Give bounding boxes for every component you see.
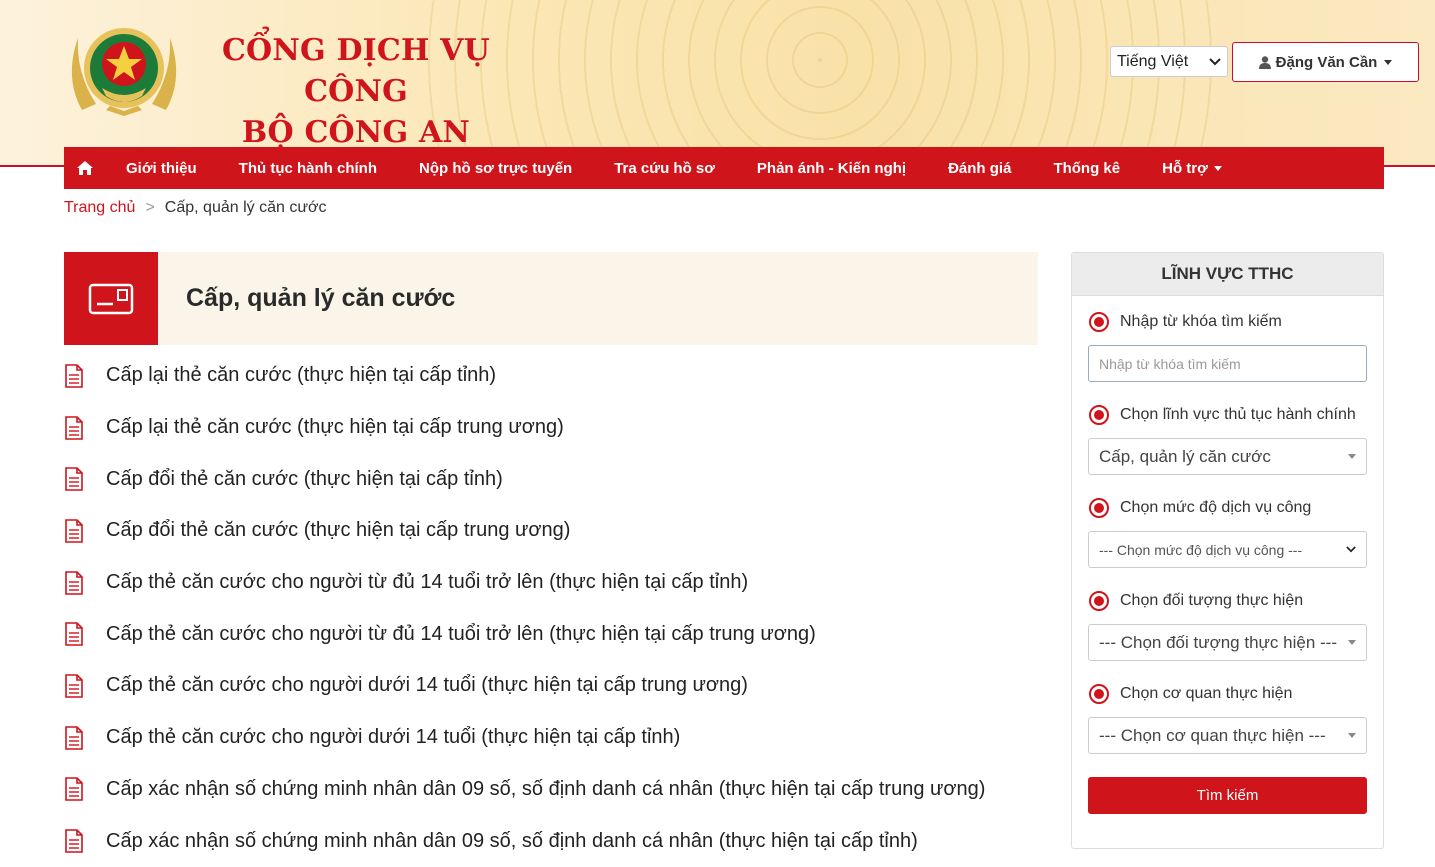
procedure-title: Cấp đổi thẻ căn cước (thực hiện tại cấp … [106,467,503,490]
site-title-line1: CỔNG DỊCH VỤ CÔNG [221,33,491,109]
language-value: Tiếng Việt [1117,52,1189,70]
nav-thong-ke[interactable]: Thống kê [1032,147,1141,189]
subject-option[interactable]: Chọn đối tượng thực hiện [1089,591,1303,611]
document-icon [65,622,83,647]
procedure-item[interactable]: Cấp đổi thẻ căn cước (thực hiện tại cấp … [64,453,1044,505]
procedure-list: Cấp lại thẻ căn cước (thực hiện tại cấp … [64,350,1044,867]
document-icon [65,519,83,543]
document-icon [65,467,83,492]
document-icon [65,777,83,802]
procedure-title: Cấp thẻ căn cước cho người dưới 14 tuổi … [106,674,748,697]
procedure-item[interactable]: Cấp thẻ căn cước cho người từ đủ 14 tuổi… [64,557,1044,609]
caret-down-icon [1348,454,1356,459]
nav-ho-tro-label: Hỗ trợ [1162,159,1208,177]
keyword-placeholder: Nhập từ khóa tìm kiếm [1099,355,1241,372]
radio-selected-icon[interactable] [1089,405,1109,425]
level-label: Chọn mức độ dịch vụ công [1120,499,1312,516]
nav-tra-cuu-ho-so[interactable]: Tra cứu hồ sơ [593,147,736,189]
user-name: Đặng Văn Cần [1275,53,1378,71]
procedure-item[interactable]: Cấp đổi thẻ căn cước (thực hiện tại cấp … [64,505,1044,557]
user-menu-button[interactable]: Đặng Văn Cần [1232,42,1419,82]
procedure-title: Cấp xác nhận số chứng minh nhân dân 09 s… [106,777,986,800]
id-card-icon [64,252,158,345]
procedure-item[interactable]: Cấp thẻ căn cước cho người dưới 14 tuổi … [64,660,1044,712]
nav-thu-tuc-hanh-chinh[interactable]: Thủ tục hành chính [218,147,398,189]
nav-ho-tro[interactable]: Hỗ trợ [1141,147,1243,189]
nav-nop-ho-so[interactable]: Nộp hồ sơ trực tuyến [398,147,593,189]
subject-label: Chọn đối tượng thực hiện [1120,592,1304,609]
caret-down-icon [1384,59,1393,65]
field-select[interactable]: Cấp, quản lý căn cước [1088,438,1367,475]
language-select[interactable]: Tiếng Việt [1110,46,1228,77]
agency-select[interactable]: --- Chọn cơ quan thực hiện --- [1088,717,1367,754]
radio-selected-icon[interactable] [1089,312,1109,332]
document-icon [65,415,83,440]
procedure-title: Cấp lại thẻ căn cước (thực hiện tại cấp … [106,416,564,439]
section-title: Cấp, quản lý căn cước [186,284,456,312]
procedure-item[interactable]: Cấp lại thẻ căn cước (thực hiện tại cấp … [64,402,1044,454]
search-button[interactable]: Tìm kiếm [1088,777,1367,814]
document-icon [65,364,83,388]
procedure-item[interactable]: Cấp lại thẻ căn cước (thực hiện tại cấp … [64,350,1044,402]
caret-down-icon [1213,165,1222,171]
procedure-title: Cấp thẻ căn cước cho người từ đủ 14 tuổi… [106,571,749,594]
radio-selected-icon[interactable] [1089,684,1109,704]
breadcrumb-separator: > [145,199,155,216]
breadcrumb: Trang chủ > Cấp, quản lý căn cước [64,199,327,217]
procedure-title: Cấp lại thẻ căn cước (thực hiện tại cấp … [106,364,497,387]
chevron-down-icon [1346,546,1356,553]
procedure-title: Cấp xác nhận số chứng minh nhân dân 09 s… [106,829,918,852]
procedure-item[interactable]: Cấp xác nhận số chứng minh nhân dân 09 s… [64,764,1044,816]
procedure-item[interactable]: Cấp thẻ căn cước cho người dưới 14 tuổi … [64,712,1044,764]
subject-select-value: --- Chọn đối tượng thực hiện --- [1099,632,1337,652]
nav-home[interactable] [64,147,105,189]
nav-gioi-thieu[interactable]: Giới thiệu [105,147,218,189]
header-drum-pattern [420,0,1220,165]
document-icon [65,725,83,750]
breadcrumb-home[interactable]: Trang chủ [64,199,135,217]
agency-option[interactable]: Chọn cơ quan thực hiện [1089,684,1292,704]
home-icon [77,161,93,175]
police-emblem-logo [71,28,177,116]
keyword-search-input[interactable]: Nhập từ khóa tìm kiếm [1088,345,1367,382]
site-title: CỔNG DỊCH VỤ CÔNG BỘ CÔNG AN [206,30,506,153]
main-nav: Giới thiệu Thủ tục hành chính Nộp hồ sơ … [64,147,1384,189]
level-select[interactable]: --- Chọn mức độ dịch vụ công --- [1088,531,1367,568]
field-select-value: Cấp, quản lý căn cước [1099,446,1271,466]
agency-label: Chọn cơ quan thực hiện [1120,685,1293,702]
chevron-down-icon [1209,57,1221,65]
nav-phan-anh-kien-nghi[interactable]: Phản ánh - Kiến nghị [736,147,927,189]
document-icon [65,829,83,853]
nav-danh-gia[interactable]: Đánh giá [927,147,1032,189]
subject-select[interactable]: --- Chọn đối tượng thực hiện --- [1088,624,1367,661]
filter-sidebar: LĨNH VỰC TTHC Nhập từ khóa tìm kiếm Nhập… [1071,252,1384,849]
sidebar-title: LĨNH VỰC TTHC [1072,253,1383,296]
level-option[interactable]: Chọn mức độ dịch vụ công [1089,498,1311,518]
procedure-title: Cấp đổi thẻ căn cước (thực hiện tại cấp … [106,519,571,542]
keyword-label: Nhập từ khóa tìm kiếm [1120,313,1282,330]
breadcrumb-current: Cấp, quản lý căn cước [164,199,327,216]
document-icon [65,570,83,595]
radio-selected-icon[interactable] [1089,498,1109,518]
document-icon [65,674,83,698]
procedure-title: Cấp thẻ căn cước cho người từ đủ 14 tuổi… [106,622,816,645]
agency-select-value: --- Chọn cơ quan thực hiện --- [1099,725,1326,745]
user-icon [1258,55,1271,69]
field-option[interactable]: Chọn lĩnh vực thủ tục hành chính [1089,405,1356,425]
section-header: Cấp, quản lý căn cước [64,252,1038,345]
radio-selected-icon[interactable] [1089,591,1109,611]
procedure-title: Cấp thẻ căn cước cho người dưới 14 tuổi … [106,726,681,749]
field-label: Chọn lĩnh vực thủ tục hành chính [1120,406,1356,423]
procedure-item[interactable]: Cấp xác nhận số chứng minh nhân dân 09 s… [64,815,1044,867]
procedure-item[interactable]: Cấp thẻ căn cước cho người từ đủ 14 tuổi… [64,608,1044,660]
caret-down-icon [1348,640,1356,645]
keyword-option[interactable]: Nhập từ khóa tìm kiếm [1089,312,1282,332]
level-select-value: --- Chọn mức độ dịch vụ công --- [1099,541,1303,558]
caret-down-icon [1348,733,1356,738]
